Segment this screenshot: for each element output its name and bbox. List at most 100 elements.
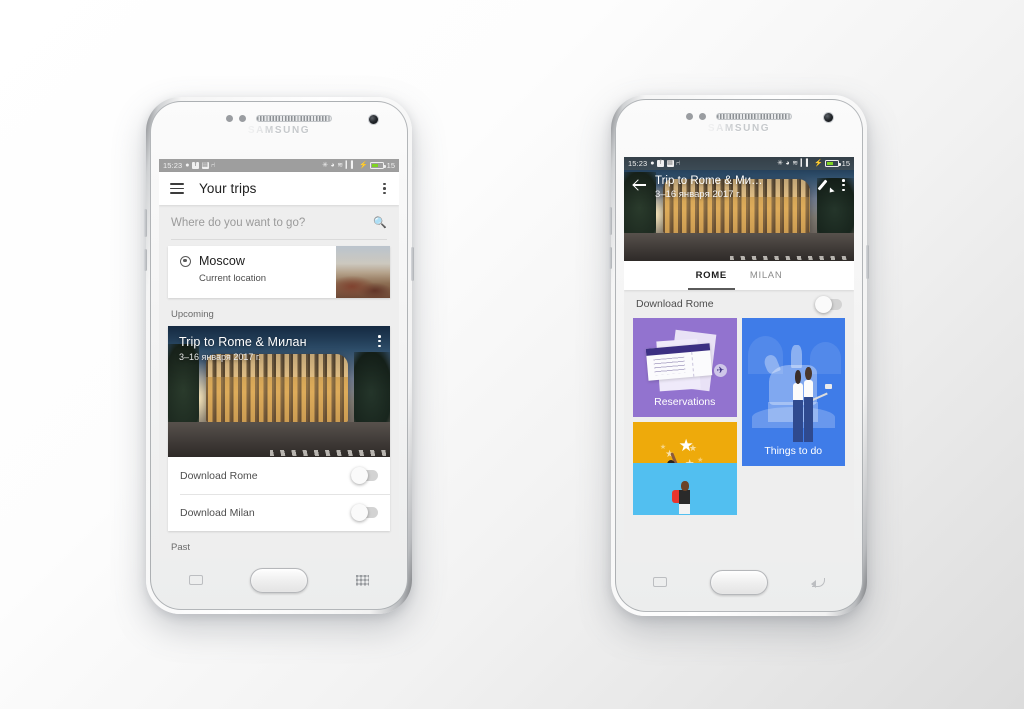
top-bezel-right: SAMSUNG [616,100,862,134]
download-row-rome[interactable]: Download Rome [624,290,854,318]
tab-bar: ROME MILAN [624,261,854,290]
front-camera-icon [823,112,834,123]
signal-icon: ▎▍ [345,162,357,169]
current-location-card[interactable]: Moscow Current location [168,246,390,298]
phone-body-left: SAMSUNG 15:23 ● f ▤ ⑁ ✳ ◕ ≋ ▎▍ ⚡ 15 Your… [150,101,408,610]
status-right-icons: ✳ ◕ ≋ ▎▍ ⚡ 15 [322,161,395,170]
status-right-icons: ✳ ◕ ≋ ▎▍ ⚡ 15 [777,159,850,168]
search-input[interactable]: Where do you want to go? 🔍 [159,205,399,240]
signal-icon: ▎▍ [800,160,812,167]
tile-light-blue[interactable] [633,463,737,515]
current-location-name: Moscow [199,254,245,268]
status-left-icons: ● f ▤ ⑁ [650,160,680,167]
battery-icon [370,162,387,169]
trip-dates: 3–16 января 2017 г. [179,352,261,362]
download-milan-toggle[interactable] [351,504,378,521]
volume-up-button[interactable] [609,207,612,235]
search-divider [171,239,387,240]
usb-icon: ⑁ [676,160,681,167]
facebook-icon: f [657,160,665,167]
back-nav-icon[interactable] [811,577,826,588]
crosswalk-decor [270,450,386,457]
nav-bar-right [616,553,862,611]
status-bar-right: 15:23 ● f ▤ ⑁ ✳ ◕ ≋ ▎▍ ⚡ 15 [624,157,854,170]
light-sensor-icon [699,113,706,120]
page-title: Your trips [199,181,257,196]
power-button[interactable] [411,247,414,281]
charging-icon: ⚡ [813,160,823,167]
app-bar-titles: Trip to Rome & Ми… 3–16 января 2017 г. [655,175,763,200]
tab-milan[interactable]: MILAN [747,261,786,290]
statue-rider-decor [791,344,802,369]
volume-down-button[interactable] [144,249,147,271]
proximity-sensor-icon [686,113,693,120]
recents-icon[interactable] [189,575,204,585]
trip-card-overlay: Trip to Rome & Милан 3–16 января 2017 г. [179,335,364,362]
kebab-menu-icon[interactable] [842,179,845,192]
download-row-rome[interactable]: Download Rome [168,457,390,494]
pencil-edit-icon[interactable] [819,178,833,192]
airplane-icon: ✈ [713,362,728,378]
moscow-skyline-thumbnail [336,246,390,298]
battery-icon [825,160,842,167]
ticket-lines-decor [653,356,686,375]
screen-right: 15:23 ● f ▤ ⑁ ✳ ◕ ≋ ▎▍ ⚡ 15 Trip to Rome… [624,157,854,562]
recents-icon[interactable] [652,577,667,587]
home-button[interactable] [250,567,308,593]
power-button[interactable] [866,245,869,279]
kebab-menu-icon[interactable] [381,179,388,199]
top-bezel-left: SAMSUNG [151,102,407,136]
light-sensor-icon [239,115,246,122]
wifi-icon: ≋ [792,160,799,167]
brand-logo: SAMSUNG [247,125,311,136]
tile-things-to-do[interactable]: Things to do [741,318,845,466]
proximity-sensor-icon [226,115,233,122]
back-arrow-icon[interactable] [633,178,646,191]
download-rome-toggle[interactable] [351,467,378,484]
facebook-icon: f [192,162,200,169]
app-bar-right: Trip to Rome & Ми… 3–16 января 2017 г. [624,172,854,202]
trip-card[interactable]: Trip to Rome & Милан 3–16 января 2017 г.… [168,326,390,531]
sensor-row-left [151,114,407,125]
charging-icon: ⚡ [358,162,368,169]
home-button[interactable] [710,569,768,595]
colosseum-photo: 15:23 ● f ▤ ⑁ ✳ ◕ ≋ ▎▍ ⚡ 15 Trip to Rome… [624,157,854,261]
earpiece-speaker [716,113,792,120]
battery-percent: 15 [841,159,850,168]
download-rome-label: Download Rome [636,298,714,310]
download-milan-label: Download Milan [180,506,255,519]
search-icon[interactable]: 🔍 [373,216,387,229]
message-icon: ● [185,162,190,169]
bluetooth-icon: ✳ [322,162,329,169]
hamburger-icon[interactable] [170,183,184,194]
tile-grid: ✈ Reservations Things to do ★ ★ ★ ★ ★ [624,318,854,515]
search-placeholder: Where do you want to go? [171,216,306,229]
selfie-phone-decor [825,384,833,390]
sensor-row-right [616,112,862,123]
status-left-icons: ● f ▤ ⑁ [185,162,215,169]
phone-device-right: SAMSUNG 15:23 ● f ▤ ⑁ ✳ ◕ ≋ ▎▍ ⚡ 15 Trip… [609,95,869,616]
phone-device-left: SAMSUNG 15:23 ● f ▤ ⑁ ✳ ◕ ≋ ▎▍ ⚡ 15 Your… [144,97,414,614]
tab-rome[interactable]: ROME [687,261,736,290]
kebab-menu-icon[interactable] [378,335,381,348]
download-rome-toggle[interactable] [815,295,842,313]
menu-grid-icon[interactable] [355,574,369,586]
volume-up-button[interactable] [144,209,147,237]
gps-target-icon [180,255,191,267]
photos-icon: ▤ [666,160,674,167]
current-location-title-row: Moscow [180,254,336,268]
current-location-subtitle: Current location [199,273,267,284]
nav-bar-left [151,551,407,609]
section-label-upcoming: Upcoming [171,309,214,320]
brand-logo: SAMSUNG [707,123,771,134]
trip-title: Trip to Rome & Ми… [655,175,763,187]
phone-body-right: SAMSUNG 15:23 ● f ▤ ⑁ ✳ ◕ ≋ ▎▍ ⚡ 15 Trip… [615,99,863,612]
volume-down-button[interactable] [609,247,612,269]
tourist-a-decor [793,370,803,443]
tile-reservations[interactable]: ✈ Reservations [633,318,737,417]
front-camera-icon [368,114,379,125]
road-decor [168,421,390,457]
backpacker-body-decor [678,490,690,504]
colosseum-photo[interactable]: Trip to Rome & Милан 3–16 января 2017 г. [168,326,390,457]
download-row-milan[interactable]: Download Milan [168,494,390,531]
